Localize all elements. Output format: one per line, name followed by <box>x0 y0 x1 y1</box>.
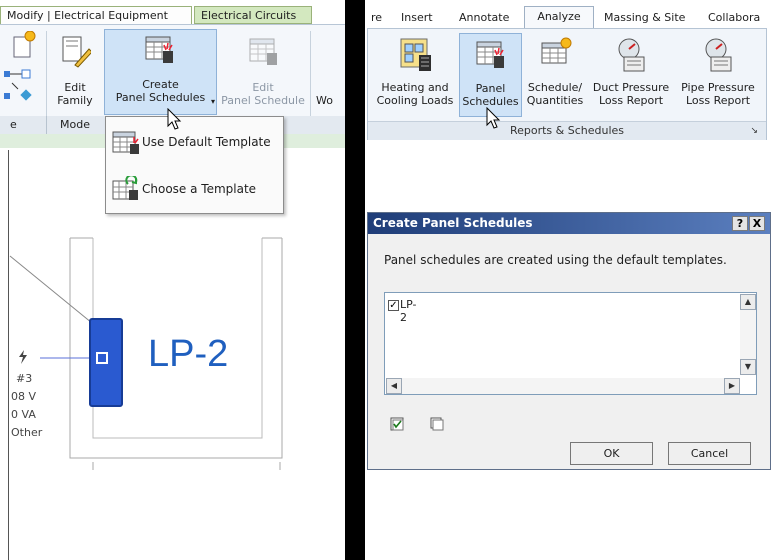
create-panel-schedules-dialog: Create Panel Schedules ? X Panel schedul… <box>367 212 771 470</box>
tab-collaborate[interactable]: Collabora <box>708 8 760 28</box>
edit-family-button[interactable]: Edit Family <box>50 29 100 115</box>
scroll-down-icon[interactable]: ▼ <box>740 359 756 375</box>
circuit-type: Other <box>11 426 43 439</box>
menu-label-choose: Choose a Template <box>142 182 257 196</box>
heating-cooling-icon <box>399 37 433 73</box>
help-button[interactable]: ? <box>732 216 748 231</box>
list-item-label: LP-2 <box>400 298 417 324</box>
dialog-title: Create Panel Schedules <box>373 216 533 230</box>
duct-label-2: Loss Report <box>598 94 664 107</box>
tab-insert[interactable]: Insert <box>401 8 433 28</box>
dropdown-arrow-icon[interactable]: ▾ <box>211 95 215 108</box>
mouse-cursor-icon <box>486 107 501 129</box>
panel-schedules-icon <box>474 38 508 72</box>
panel-list: ✓ LP-2 ▲ ▼ ◀ ▶ <box>384 292 757 395</box>
schedule-label-1: Schedule/ <box>527 81 583 94</box>
menu-item-use-default-template[interactable]: Use Default Template <box>112 127 279 157</box>
check-all-button[interactable] <box>390 417 404 431</box>
menu-label-default: Use Default Template <box>142 135 271 149</box>
edit-family-icon <box>61 35 93 69</box>
tab-annotate[interactable]: Annotate <box>459 8 509 28</box>
pipe-label-1: Pipe Pressure <box>681 81 755 94</box>
dialog-titlebar: Create Panel Schedules ? X <box>368 213 770 234</box>
edit-panel-label-1: Edit <box>252 81 274 94</box>
edit-panel-schedule-button[interactable]: Edit Panel Schedule <box>219 29 307 115</box>
tab-modify-electrical-equipment[interactable]: Modify | Electrical Equipment <box>0 6 192 24</box>
group-label-text: Reports & Schedules <box>509 124 625 137</box>
pipe-pressure-icon <box>701 37 735 73</box>
duct-pressure-icon <box>614 37 648 73</box>
panel-schedule-icon <box>143 33 175 65</box>
edit-family-label-2: Family <box>57 94 93 107</box>
cut-ribbon-label: Wo <box>316 94 333 107</box>
edit-panel-label-2: Panel Schedule <box>221 94 305 107</box>
schedule-label-2: Quantities <box>526 94 584 107</box>
footer-panel-label: e <box>10 118 17 131</box>
create-panel-schedules-button[interactable]: Create Panel Schedules ▾ <box>104 29 217 115</box>
default-template-icon <box>112 129 140 155</box>
tab-analyze[interactable]: Analyze <box>524 6 594 28</box>
tab-massing-site[interactable]: Massing & Site <box>604 8 685 28</box>
choose-template-icon <box>112 174 140 202</box>
dialog-launcher-icon[interactable]: ↘ <box>750 122 758 140</box>
edit-family-label-1: Edit <box>64 81 86 94</box>
edit-panel-schedule-icon <box>247 35 279 67</box>
panel-schedules-label-1: Panel <box>475 82 506 95</box>
schedule-quantities-button[interactable]: Schedule/Quantities <box>523 33 587 117</box>
schedule-quantities-icon <box>539 37 573 71</box>
duct-label-1: Duct Pressure <box>592 81 670 94</box>
scroll-right-icon[interactable]: ▶ <box>724 378 740 394</box>
connector-icon <box>96 352 108 364</box>
heating-cooling-loads-button[interactable]: Heating and Cooling Loads <box>373 33 457 117</box>
tab-electrical-circuits[interactable]: Electrical Circuits <box>194 6 312 24</box>
reports-schedules-panel: Heating and Cooling Loads Panel Schedules … <box>367 28 767 140</box>
image-divider <box>345 0 365 560</box>
connection-tools-icon[interactable] <box>4 30 38 113</box>
lp2-checkbox[interactable]: ✓ <box>388 300 399 311</box>
create-label-1: Create <box>142 78 179 91</box>
tab-cut[interactable]: re <box>371 8 382 28</box>
mouse-cursor-icon <box>167 108 182 130</box>
create-label-2: Panel Schedules <box>115 91 206 104</box>
pipe-pressure-loss-report-button[interactable]: Pipe Pressure Loss Report <box>675 33 761 117</box>
scroll-left-icon[interactable]: ◀ <box>386 378 402 394</box>
pipe-label-2: Loss Report <box>685 94 751 107</box>
check-none-button[interactable] <box>430 417 444 431</box>
power-lightning-icon <box>16 350 30 364</box>
dialog-message: Panel schedules are created using the de… <box>384 253 727 267</box>
circuit-voltage: 08 V <box>11 390 37 403</box>
circuit-load: 0 VA <box>11 408 36 421</box>
create-panel-schedules-menu: Use Default Template Choose a Template <box>105 116 284 214</box>
cancel-button[interactable]: Cancel <box>668 442 751 465</box>
panel-tag[interactable]: LP-2 <box>148 333 228 376</box>
heating-label-1: Heating and <box>381 81 449 94</box>
ok-button[interactable]: OK <box>570 442 653 465</box>
duct-pressure-loss-report-button[interactable]: Duct Pressure Loss Report <box>588 33 674 117</box>
left-ribbon: Edit Family Create Panel Schedules ▾ Edi… <box>0 24 345 135</box>
close-button[interactable]: X <box>749 216 765 231</box>
circuit-number: #3 <box>16 372 33 385</box>
scroll-up-icon[interactable]: ▲ <box>740 294 756 310</box>
horizontal-scrollbar[interactable]: ◀ ▶ <box>386 378 740 394</box>
panel-lp2-symbol[interactable] <box>89 318 123 407</box>
menu-item-choose-template[interactable]: Choose a Template <box>112 174 279 204</box>
footer-mode-label: Mode <box>60 118 90 131</box>
vertical-scrollbar[interactable]: ▲ ▼ <box>740 294 756 375</box>
heating-label-2: Cooling Loads <box>376 94 454 107</box>
reports-schedules-group-label: Reports & Schedules ↘ <box>368 121 766 140</box>
left-panel: Modify | Electrical Equipment Electrical… <box>0 0 345 560</box>
panel-schedules-button[interactable]: Panel Schedules <box>459 33 522 117</box>
